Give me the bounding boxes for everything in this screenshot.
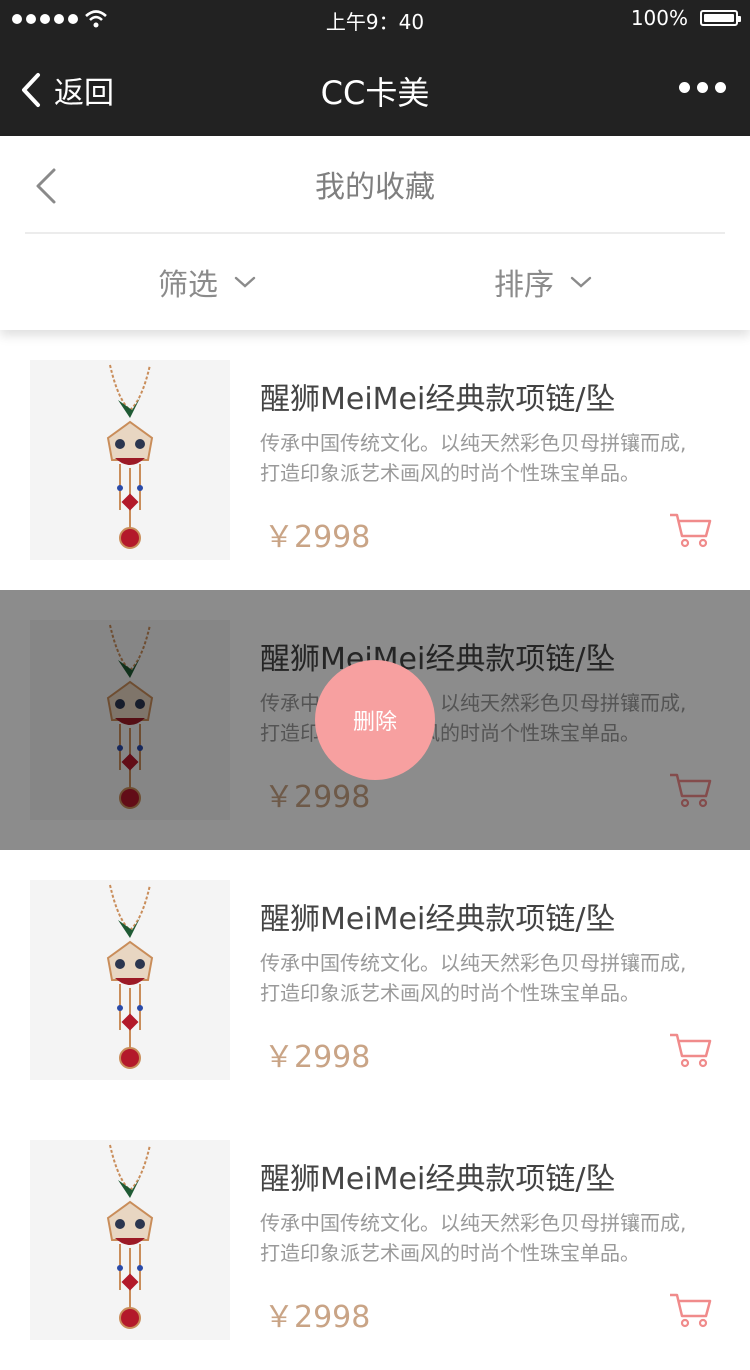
status-bar: 上午9：40 100% (0, 0, 750, 40)
list-item[interactable]: 醒狮MeiMei经典款项链/坠 传承中国传统文化。以纯天然彩色贝母拼镶而成, 打… (0, 850, 750, 1110)
top-bar: 上午9：40 100% 返回 CC卡美 (0, 0, 750, 136)
filter-dropdown[interactable]: 筛选 (158, 260, 256, 304)
product-description: 传承中国传统文化。以纯天然彩色贝母拼镶而成, 打造印象派艺术画风的时尚个性珠宝单… (260, 1208, 720, 1268)
chevron-down-icon (234, 276, 256, 288)
shopping-cart-icon[interactable] (668, 512, 712, 548)
necklace-image (106, 364, 154, 549)
sort-dropdown[interactable]: 排序 (494, 260, 592, 304)
description-line: 传承中国传统文化。以纯天然彩色贝母拼镶而成, (260, 951, 687, 975)
product-price: ￥2998 (264, 1040, 371, 1075)
product-name[interactable]: 醒狮MeiMei经典款项链/坠 (260, 1154, 615, 1198)
description-line: 打造印象派艺术画风的时尚个性珠宝单品。 (260, 461, 640, 485)
shopping-cart-icon[interactable] (668, 1292, 712, 1328)
favorites-header: 我的收藏 筛选 排序 (0, 136, 750, 330)
battery-icon (700, 10, 741, 26)
sort-label: 排序 (494, 268, 554, 303)
product-image[interactable] (30, 360, 230, 560)
filter-label: 筛选 (158, 268, 218, 303)
description-line: 打造印象派艺术画风的时尚个性珠宝单品。 (260, 1241, 640, 1265)
product-name[interactable]: 醒狮MeiMei经典款项链/坠 (260, 894, 615, 938)
favorites-list: 醒狮MeiMei经典款项链/坠 传承中国传统文化。以纯天然彩色贝母拼镶而成, 打… (0, 330, 750, 1370)
necklace-image (106, 884, 154, 1069)
product-price: ￥2998 (264, 1300, 371, 1335)
nav-title: CC卡美 (320, 74, 430, 112)
chevron-down-icon (570, 276, 592, 288)
product-description: 传承中国传统文化。以纯天然彩色贝母拼镶而成, 打造印象派艺术画风的时尚个性珠宝单… (260, 428, 720, 488)
list-item[interactable]: 醒狮MeiMei经典款项链/坠 传承中国传统文化。以纯天然彩色贝母拼镶而成, 打… (0, 590, 750, 850)
delete-overlay[interactable]: 删除 (0, 590, 750, 850)
battery-percent: 100% (630, 6, 688, 30)
list-item[interactable]: 醒狮MeiMei经典款项链/坠 传承中国传统文化。以纯天然彩色贝母拼镶而成, 打… (0, 1110, 750, 1370)
page-title: 我的收藏 (315, 170, 435, 205)
product-price: ￥2998 (264, 520, 371, 555)
more-icon (679, 82, 690, 93)
divider (25, 232, 725, 234)
description-line: 打造印象派艺术画风的时尚个性珠宝单品。 (260, 981, 640, 1005)
shopping-cart-icon[interactable] (668, 1032, 712, 1068)
more-button[interactable] (679, 82, 726, 93)
product-image[interactable] (30, 880, 230, 1080)
description-line: 传承中国传统文化。以纯天然彩色贝母拼镶而成, (260, 431, 687, 455)
list-item[interactable]: 醒狮MeiMei经典款项链/坠 传承中国传统文化。以纯天然彩色贝母拼镶而成, 打… (0, 330, 750, 590)
delete-button[interactable]: 删除 (315, 660, 435, 780)
product-image[interactable] (30, 1140, 230, 1340)
product-description: 传承中国传统文化。以纯天然彩色贝母拼镶而成, 打造印象派艺术画风的时尚个性珠宝单… (260, 948, 720, 1008)
product-name[interactable]: 醒狮MeiMei经典款项链/坠 (260, 374, 615, 418)
description-line: 传承中国传统文化。以纯天然彩色贝母拼镶而成, (260, 1211, 687, 1235)
necklace-image (106, 1144, 154, 1329)
